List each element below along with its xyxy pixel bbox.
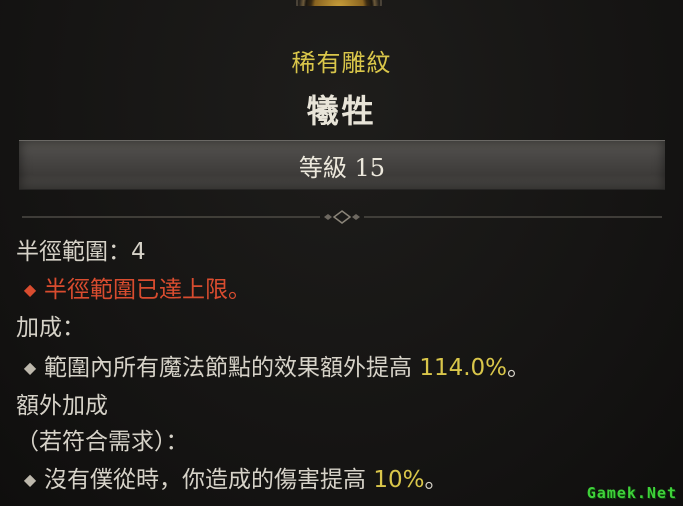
bullet-icon: ◆ [23,470,37,489]
level-text: 等級 15 [298,153,386,182]
additional-line: ◆ 沒有僕從時，你造成的傷害提高 10%。 [16,460,673,500]
bonus-header: 加成： [16,315,85,341]
glyph-name: 犧牲 [306,92,377,130]
bonus-value: 114.0% [419,355,508,381]
additional-requirement: （若符合需求）： [16,429,189,455]
level-banner: 等級 15 [19,140,665,190]
radius-max-line: ◆ 半徑範圍已達上限。 [16,272,673,308]
additional-value: 10% [373,467,425,493]
ornament-divider [22,210,662,224]
radius-line: 半徑範圍：4 [16,239,146,265]
site-watermark: Gamek.Net [586,484,677,502]
bullet-icon: ◆ [23,280,37,299]
rarity-label: 稀有雕紋 [291,49,392,77]
bullet-icon: ◆ [23,358,37,377]
additional-header: 額外加成 [16,393,108,419]
bonus-line: ◆ 範圍內所有魔法節點的效果額外提高 114.0%。 [16,348,673,388]
glyph-stats: 半徑範圍：4 ◆ 半徑範圍已達上限。 加成： ◆ 範圍內所有魔法節點的效果額外提高 … [16,232,673,500]
glyph-emblem-icon [292,0,386,6]
